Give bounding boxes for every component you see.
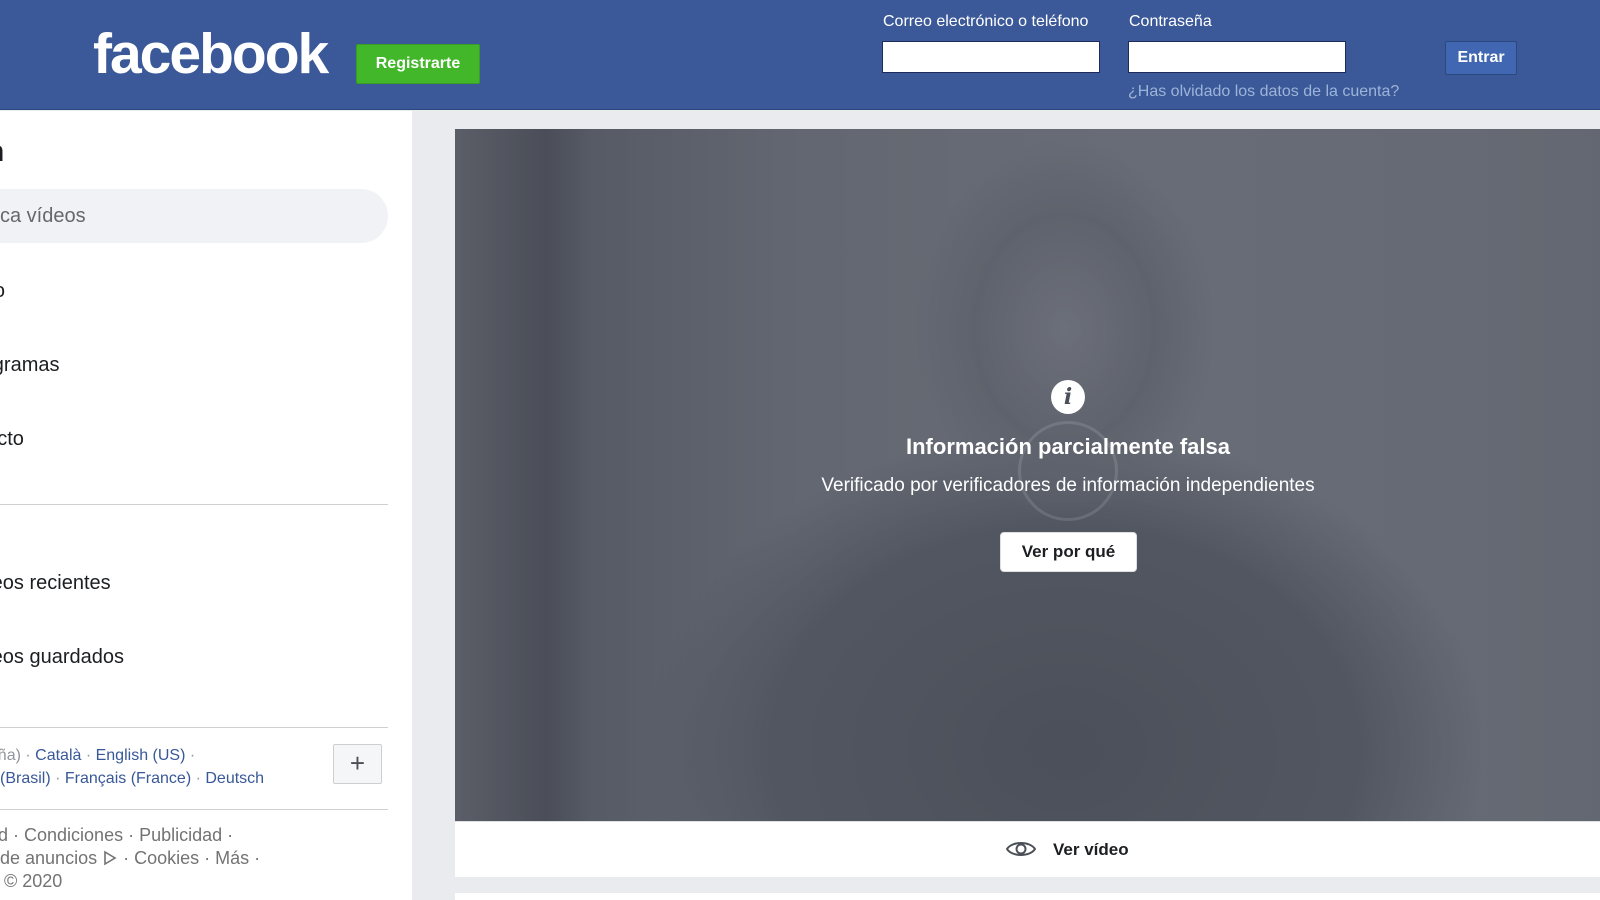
footer-link[interactable]: de anuncios <box>0 848 97 868</box>
watch-video-bar[interactable]: Ver vídeo <box>455 821 1600 877</box>
language-list-row-2: (Brasil) · Français (France) · Deutsch <box>0 770 265 787</box>
facebook-logo[interactable]: facebook <box>93 26 329 83</box>
more-languages-button[interactable]: + <box>333 744 382 784</box>
footer-link[interactable]: Cookies <box>134 848 199 868</box>
footer-links-row-1: d · Condiciones · Publicidad · <box>0 825 234 845</box>
password-field[interactable] <box>1128 41 1346 73</box>
footer-link[interactable]: Más <box>215 848 249 868</box>
sidebar-title: h <box>0 135 4 169</box>
language-link[interactable]: English (US) <box>96 747 186 764</box>
copyright: © 2020 <box>4 871 63 891</box>
language-link[interactable]: Català <box>35 747 81 764</box>
warning-subtitle: Verificado por verificadores de informac… <box>821 475 1315 496</box>
sidebar-item-live[interactable]: irecto <box>0 428 24 451</box>
see-why-button[interactable]: Ver por qué <box>1000 532 1137 572</box>
search-videos-input[interactable]: ca vídeos <box>0 189 388 243</box>
watch-video-label: Ver vídeo <box>1053 840 1129 859</box>
language-list-row-1: spaña) · Català · English (US) · <box>0 747 195 765</box>
email-label: Correo electrónico o teléfono <box>883 13 1089 30</box>
language-link[interactable]: Deutsch <box>205 770 264 787</box>
language-link[interactable]: spaña) <box>0 747 21 764</box>
sidebar-item-saved-videos[interactable]: ídeos guardados <box>0 646 124 669</box>
sidebar-item-recent-videos[interactable]: ídeos recientes <box>0 572 111 595</box>
ad-choices-icon <box>104 850 117 866</box>
language-link[interactable]: (Brasil) <box>0 770 51 787</box>
forgot-account-link[interactable]: ¿Has olvidado los datos de la cuenta? <box>1128 83 1399 101</box>
footer-link[interactable]: d <box>0 825 8 845</box>
sidebar-item-home[interactable]: icio <box>0 280 5 303</box>
sidebar-divider <box>0 727 388 728</box>
next-post-card <box>455 893 1600 900</box>
language-link[interactable]: Français (France) <box>65 770 191 787</box>
sidebar-item-shows[interactable]: rogramas <box>0 354 59 377</box>
password-label: Contraseña <box>1129 13 1212 30</box>
email-field[interactable] <box>882 41 1100 73</box>
footer-link[interactable]: Publicidad <box>139 825 222 845</box>
register-button[interactable]: Registrarte <box>356 44 480 84</box>
sidebar-divider <box>0 504 388 505</box>
footer-links-row-2: de anuncios · Cookies · Más · <box>0 848 261 868</box>
top-bar: facebook Registrarte Correo electrónico … <box>0 0 1600 110</box>
sidebar-divider <box>0 809 388 810</box>
search-placeholder: ca vídeos <box>0 205 86 227</box>
info-icon: i <box>1051 380 1085 414</box>
footer-link[interactable]: Condiciones <box>24 825 123 845</box>
login-button[interactable]: Entrar <box>1445 41 1517 75</box>
watch-sidebar: h ca vídeos icio rogramas irecto ídeos r… <box>0 111 412 900</box>
warning-title: Información parcialmente falsa <box>906 434 1230 459</box>
video-player[interactable]: i Información parcialmente falsa Verific… <box>455 129 1600 821</box>
eye-icon <box>1006 842 1036 856</box>
